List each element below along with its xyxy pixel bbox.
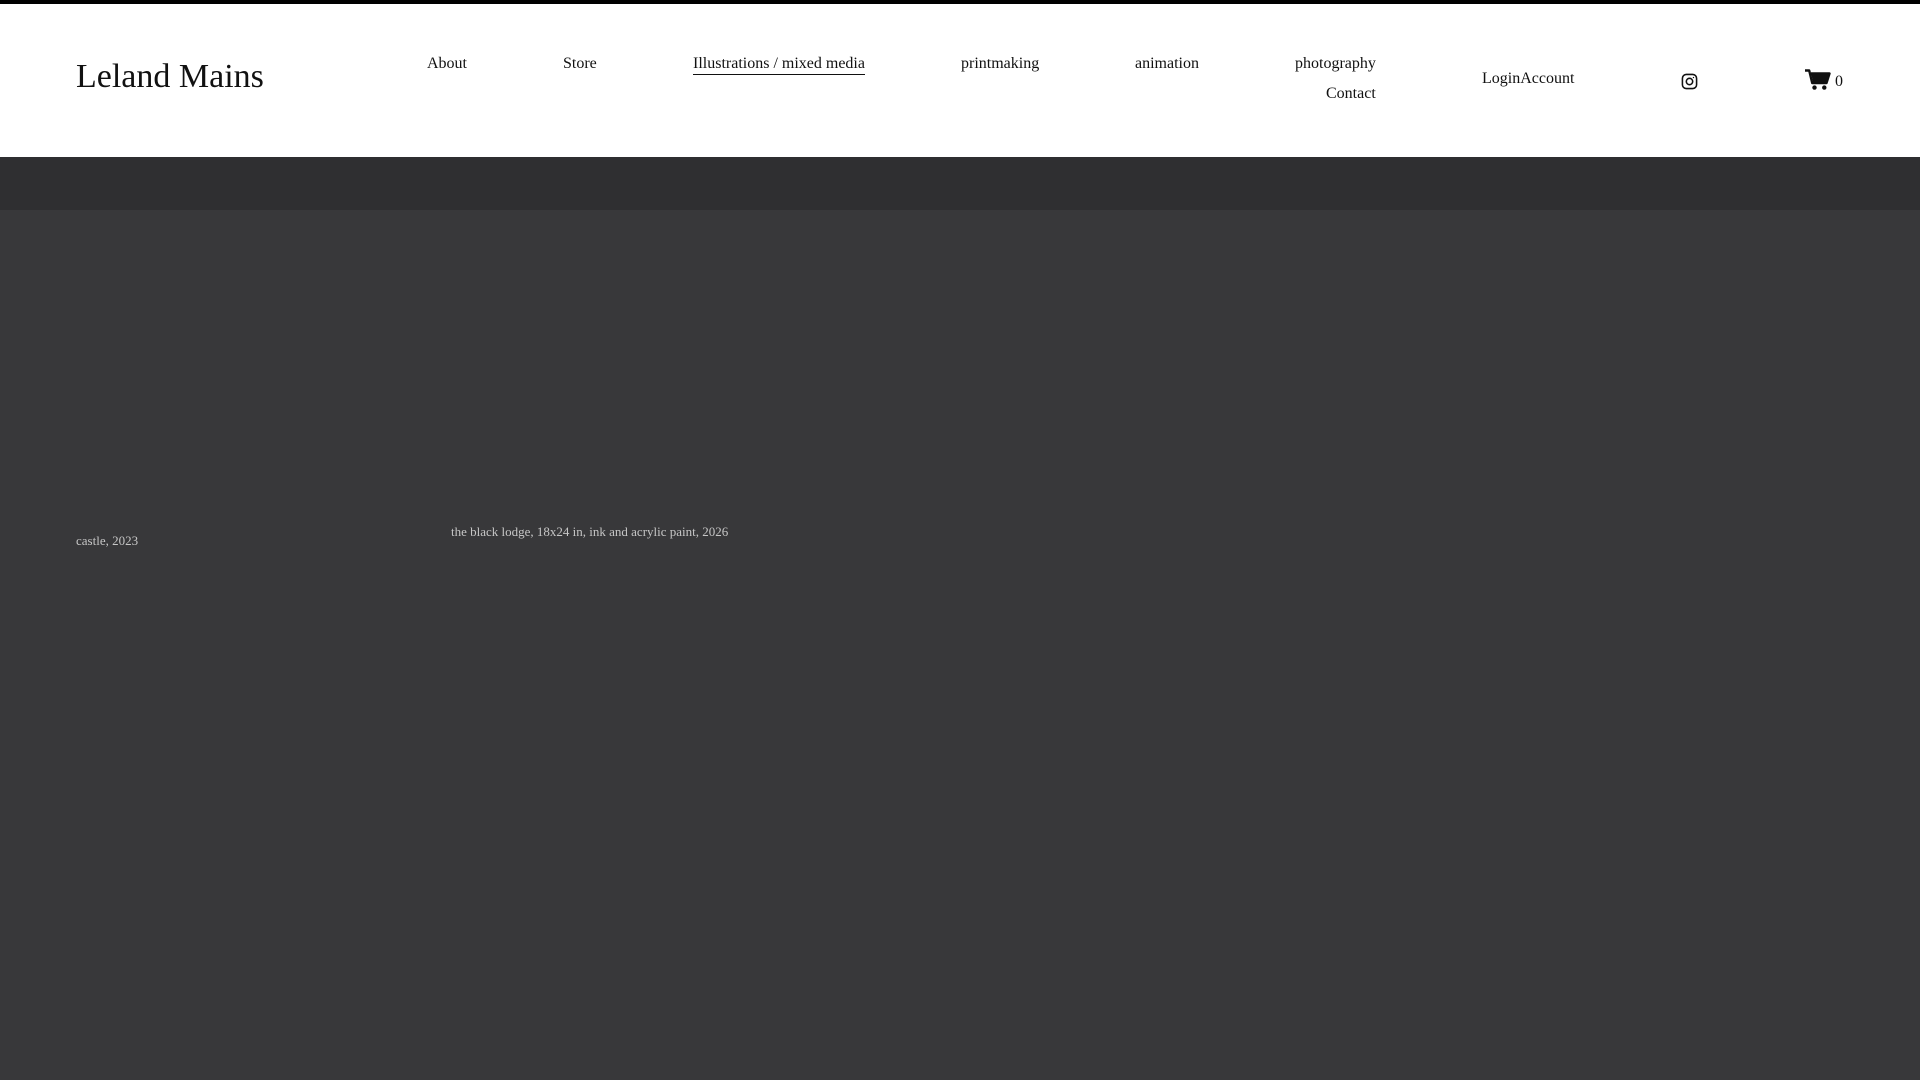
nav-link-store[interactable]: Store (563, 54, 597, 73)
site-title[interactable]: Leland Mains (76, 57, 264, 98)
login-account-link[interactable]: LoginAccount (1482, 69, 1574, 88)
nav-link-printmaking[interactable]: printmaking (961, 54, 1039, 73)
nav-link-animation[interactable]: animation (1135, 54, 1199, 73)
header-shadow-band (0, 157, 1920, 210)
nav-link-contact[interactable]: Contact (1326, 84, 1376, 103)
instagram-icon[interactable] (1681, 73, 1698, 90)
cart-icon (1805, 68, 1831, 96)
nav-link-illustrations[interactable]: Illustrations / mixed media (693, 54, 865, 76)
nav-link-about[interactable]: About (427, 54, 467, 73)
cart-button[interactable]: 0 (1805, 68, 1843, 96)
cart-count: 0 (1835, 73, 1843, 90)
site-header: Leland Mains About Store Illustrations /… (0, 4, 1920, 157)
gallery (0, 210, 1920, 1080)
nav-link-photography[interactable]: photography (1295, 54, 1376, 73)
gallery-caption: the black lodge, 18x24 in, ink and acryl… (451, 524, 729, 539)
gallery-caption: castle, 2023 (76, 533, 139, 548)
